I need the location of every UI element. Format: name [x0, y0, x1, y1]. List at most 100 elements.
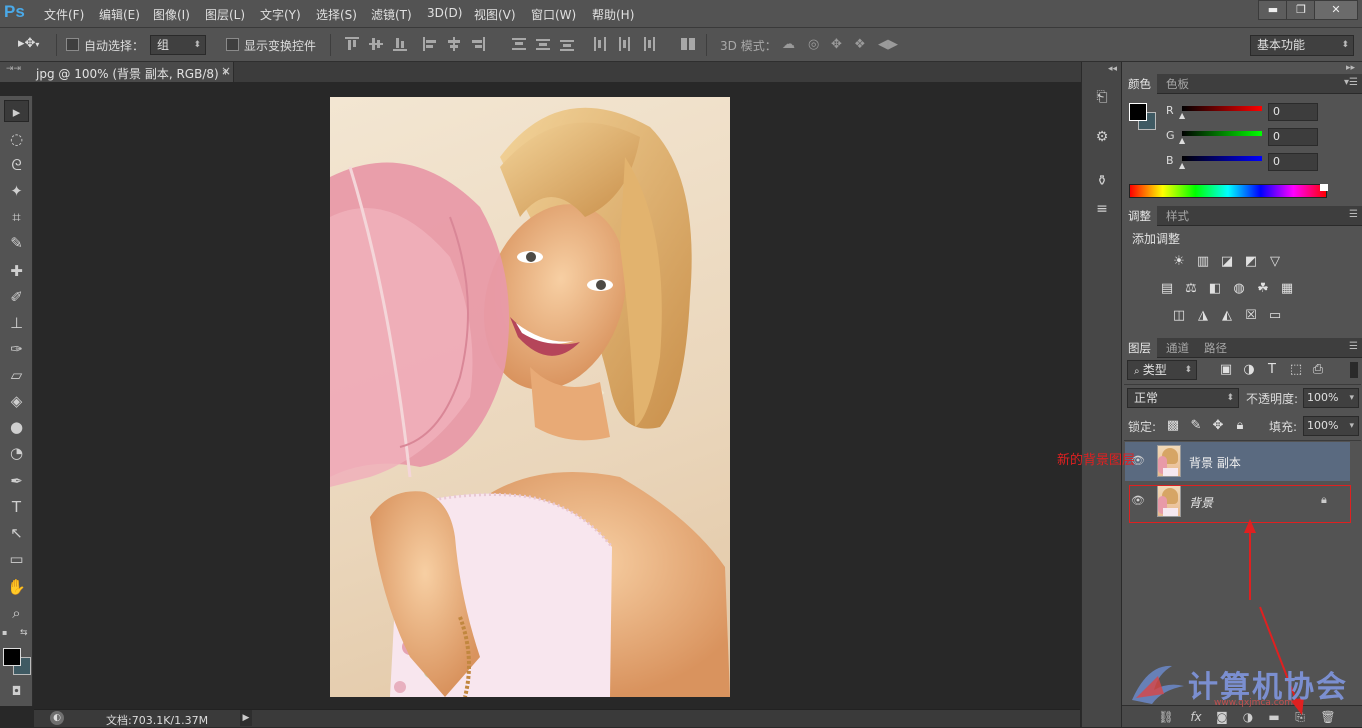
- 3d-slide-icon[interactable]: ❖: [854, 37, 866, 52]
- black-white-icon[interactable]: ◧: [1207, 282, 1223, 296]
- opacity-field[interactable]: 100% ▾: [1303, 388, 1359, 408]
- distribute-hcenter-icon[interactable]: [617, 37, 631, 51]
- blue-value-field[interactable]: 0: [1268, 153, 1318, 171]
- healing-brush-icon[interactable]: ✚: [4, 260, 29, 282]
- clone-stamp-icon[interactable]: ⊥: [4, 312, 29, 334]
- close-button[interactable]: ✕: [1314, 0, 1358, 20]
- dodge-tool-icon[interactable]: ◔: [4, 442, 29, 464]
- panel-menu-icon[interactable]: ☰: [1349, 341, 1358, 352]
- collapse-toolbox-icon[interactable]: ⇥⇥: [6, 64, 21, 74]
- default-colors-icon[interactable]: ▪: [2, 628, 12, 638]
- color-spectrum-ramp[interactable]: [1129, 184, 1327, 198]
- layer-name[interactable]: 背景 副本: [1189, 454, 1241, 471]
- lock-all-icon[interactable]: 🔒︎: [1232, 419, 1248, 433]
- filter-adjustment-icon[interactable]: ◑: [1241, 363, 1257, 377]
- menu-type[interactable]: 文字(Y): [260, 6, 301, 23]
- distribute-bottom-icon[interactable]: [560, 37, 574, 51]
- posterize-icon[interactable]: ◮: [1195, 309, 1211, 323]
- history-brush-icon[interactable]: ✑: [4, 338, 29, 360]
- align-hcenter-icon[interactable]: [447, 37, 461, 51]
- brush-tool-icon[interactable]: ✐: [4, 286, 29, 308]
- zoom-tool-icon[interactable]: ⌕: [4, 602, 29, 624]
- add-mask-icon[interactable]: ◙: [1214, 710, 1230, 724]
- document-tab[interactable]: ⇥⇥ jpg @ 100% (背景 副本, RGB/8) * ×: [0, 62, 234, 82]
- panel-menu-icon[interactable]: ☰: [1349, 209, 1358, 220]
- quick-mask-icon[interactable]: ◘: [4, 680, 29, 702]
- 3d-scale-icon[interactable]: ◀▶: [878, 37, 898, 52]
- levels-icon[interactable]: ▥: [1195, 255, 1211, 269]
- menu-select[interactable]: 选择(S): [316, 6, 357, 23]
- exposure-icon[interactable]: ◩: [1243, 255, 1259, 269]
- brush-presets-icon[interactable]: ⚱: [1090, 170, 1114, 192]
- auto-select-checkbox[interactable]: [66, 38, 79, 51]
- link-layers-icon[interactable]: ⛓: [1158, 710, 1174, 724]
- collapse-panels-icon[interactable]: ▸▸: [1346, 63, 1355, 73]
- slider-handle-icon[interactable]: ▲: [1179, 161, 1185, 170]
- menu-filter[interactable]: 滤镜(T): [371, 6, 412, 23]
- gradient-map-icon[interactable]: ▭: [1267, 309, 1283, 323]
- document-image[interactable]: [330, 97, 730, 697]
- invert-icon[interactable]: ◫: [1171, 309, 1187, 323]
- filter-pixel-icon[interactable]: ▣: [1218, 363, 1234, 377]
- distribute-left-icon[interactable]: [593, 37, 607, 51]
- 3d-pan-icon[interactable]: ✥: [831, 37, 842, 52]
- delete-layer-icon[interactable]: 🗑︎: [1320, 710, 1336, 724]
- marquee-tool-icon[interactable]: ◌: [4, 128, 29, 150]
- threshold-icon[interactable]: ◭: [1219, 309, 1235, 323]
- minimize-button[interactable]: ▬: [1258, 0, 1288, 20]
- red-slider[interactable]: [1182, 106, 1262, 111]
- restore-button[interactable]: ❐: [1286, 0, 1316, 20]
- tab-layers[interactable]: 图层: [1122, 338, 1157, 358]
- selective-color-icon[interactable]: ☒: [1243, 309, 1259, 323]
- menu-view[interactable]: 视图(V): [474, 6, 516, 23]
- ramp-white-icon[interactable]: [1320, 184, 1328, 191]
- brightness-icon[interactable]: ☀: [1171, 255, 1187, 269]
- tab-adjustments[interactable]: 调整: [1122, 206, 1157, 226]
- channel-mixer-icon[interactable]: ☘: [1255, 282, 1271, 296]
- color-fg-swatch[interactable]: [1129, 103, 1147, 121]
- menu-help[interactable]: 帮助(H): [592, 6, 634, 23]
- distribute-right-icon[interactable]: [641, 37, 655, 51]
- lock-transparent-icon[interactable]: ▩: [1165, 419, 1181, 433]
- status-expand-icon[interactable]: ▶: [240, 710, 252, 726]
- menu-edit[interactable]: 编辑(E): [99, 6, 140, 23]
- status-menu-icon[interactable]: ◐: [50, 711, 64, 725]
- close-tab-icon[interactable]: ×: [221, 64, 231, 78]
- path-selection-icon[interactable]: ↖: [4, 522, 29, 544]
- slider-handle-icon[interactable]: ▲: [1179, 136, 1185, 145]
- fx-icon[interactable]: fx: [1188, 710, 1204, 724]
- blur-tool-icon[interactable]: ●: [4, 416, 29, 438]
- menu-3d[interactable]: 3D(D): [427, 6, 462, 20]
- red-value-field[interactable]: 0: [1268, 103, 1318, 121]
- align-right-icon[interactable]: [471, 37, 485, 51]
- foreground-color-swatch[interactable]: [3, 648, 21, 666]
- tab-channels[interactable]: 通道: [1160, 338, 1195, 358]
- show-transform-checkbox[interactable]: [226, 38, 239, 51]
- layer-row-background-copy[interactable]: 👁︎ 背景 副本: [1125, 442, 1350, 481]
- layer-filter-dropdown[interactable]: ⌕ 类型 ⬍: [1127, 360, 1197, 380]
- align-bottom-icon[interactable]: [393, 37, 407, 51]
- filter-shape-icon[interactable]: ⬚: [1288, 363, 1304, 377]
- menu-layer[interactable]: 图层(L): [205, 6, 245, 23]
- crop-tool-icon[interactable]: ⌗: [4, 206, 29, 228]
- 3d-roll-icon[interactable]: ◎: [808, 37, 819, 52]
- auto-select-dropdown[interactable]: 组 ⬍: [150, 35, 206, 55]
- fill-field[interactable]: 100% ▾: [1303, 416, 1359, 436]
- swap-colors-icon[interactable]: ⇆: [20, 628, 30, 638]
- green-value-field[interactable]: 0: [1268, 128, 1318, 146]
- menu-image[interactable]: 图像(I): [153, 6, 190, 23]
- magic-wand-icon[interactable]: ✦: [4, 180, 29, 202]
- filter-smart-object-icon[interactable]: ⎙: [1310, 363, 1326, 377]
- tab-paths[interactable]: 路径: [1198, 338, 1233, 358]
- align-vcenter-icon[interactable]: [369, 37, 383, 51]
- panel-menu-icon[interactable]: ▾☰: [1344, 77, 1358, 88]
- curves-icon[interactable]: ◪: [1219, 255, 1235, 269]
- align-top-icon[interactable]: [345, 37, 359, 51]
- workspace-dropdown[interactable]: 基本功能 ⬍: [1250, 35, 1354, 56]
- hue-saturation-icon[interactable]: ▤: [1159, 282, 1175, 296]
- paint-bucket-icon[interactable]: ◈: [4, 390, 29, 412]
- rectangle-tool-icon[interactable]: ▭: [4, 548, 29, 570]
- properties-panel-icon[interactable]: ⚙: [1090, 126, 1114, 148]
- type-tool-icon[interactable]: T: [4, 496, 29, 518]
- align-left-icon[interactable]: [423, 37, 437, 51]
